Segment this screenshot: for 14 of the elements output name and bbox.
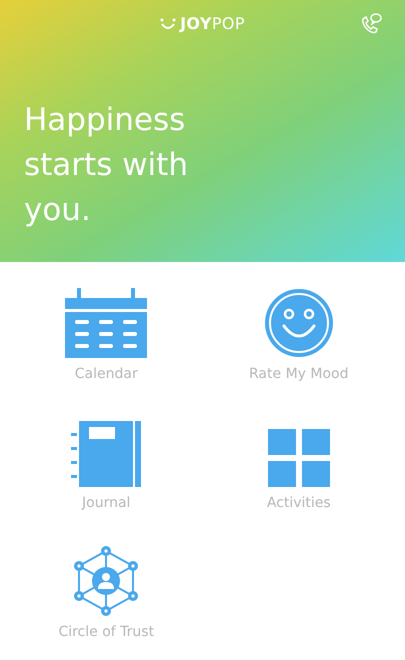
smiley-icon [264, 288, 334, 358]
calendar-icon [65, 288, 148, 358]
grid-icon [268, 429, 330, 487]
menu-tile[interactable]: Circle of Trust [10, 544, 202, 643]
menu-tile[interactable]: Calendar [10, 286, 202, 385]
app-logo: JOYPOP [180, 13, 245, 35]
network-icon [72, 546, 140, 616]
smile-icon [160, 18, 176, 30]
headline: Happiness starts with you. [24, 101, 189, 230]
menu-tile[interactable]: Activities [202, 415, 395, 514]
notebook-icon [71, 421, 142, 487]
menu-tile[interactable]: Rate My Mood [202, 286, 395, 385]
menu-tile[interactable]: Journal [10, 415, 202, 514]
phone-chat-icon[interactable] [359, 12, 383, 36]
